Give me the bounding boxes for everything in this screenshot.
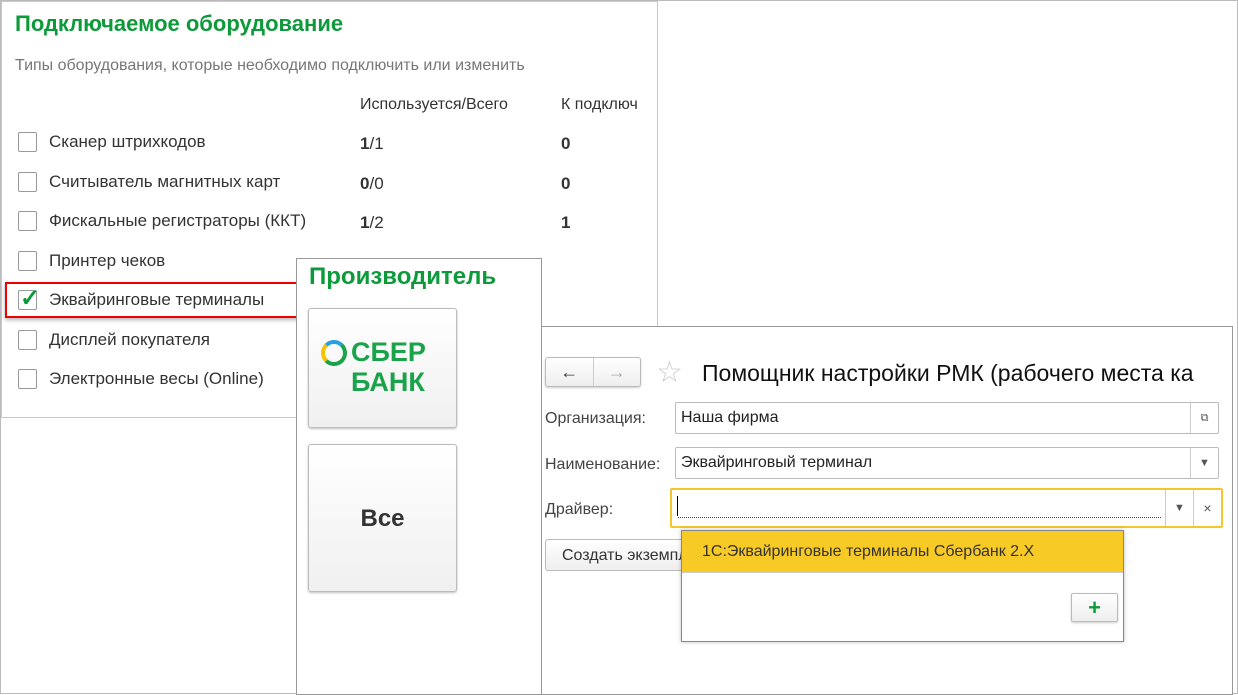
checkbox[interactable] bbox=[18, 329, 37, 350]
wizard-title: Помощник настройки РМК (рабочего места к… bbox=[702, 360, 1194, 386]
used-total-value: 0/0 bbox=[360, 173, 384, 193]
to-connect-value: 0 bbox=[561, 134, 571, 153]
checkbox[interactable] bbox=[18, 250, 37, 271]
nav-buttons: ← → bbox=[545, 357, 641, 387]
checkbox[interactable] bbox=[18, 132, 37, 152]
equipment-row[interactable]: Фискальные регистраторы (ККТ) bbox=[18, 209, 306, 233]
manufacturer-panel: Производитель СБЕР БАНК Все bbox=[296, 258, 542, 695]
name-label: Наименование: bbox=[545, 456, 661, 473]
all-label: Все bbox=[360, 505, 405, 532]
forward-arrow-icon[interactable]: → bbox=[592, 358, 641, 386]
highlight-callout bbox=[5, 282, 299, 318]
equipment-label: Сканер штрихкодов bbox=[49, 132, 206, 151]
used-total-value: 1/2 bbox=[360, 213, 384, 232]
used-total-value: 1/1 bbox=[360, 134, 384, 153]
add-icon[interactable]: + bbox=[1071, 593, 1118, 622]
org-label: Организация: bbox=[545, 410, 646, 427]
equipment-subtitle: Типы оборудования, которые необходимо по… bbox=[15, 57, 525, 74]
equipment-label: Фискальные регистраторы (ККТ) bbox=[49, 211, 307, 230]
column-used-total: Используется/Всего bbox=[360, 96, 508, 113]
org-field[interactable]: Наша фирма ⧉ bbox=[675, 402, 1219, 434]
dropdown-item[interactable]: 1С:Эквайринговые терминалы Сбербанк 2.X bbox=[682, 531, 1123, 573]
clear-icon[interactable]: × bbox=[1193, 490, 1221, 526]
to-connect-value: 0 bbox=[561, 173, 571, 193]
checkbox[interactable] bbox=[18, 211, 37, 231]
chevron-down-icon[interactable]: ▼ bbox=[1165, 490, 1193, 526]
equipment-label: Электронные весы (Online) bbox=[49, 369, 264, 388]
sberbank-logo: СБЕР БАНК bbox=[321, 337, 426, 397]
wizard-panel: ← → ☆ Помощник настройки РМК (рабочего м… bbox=[541, 326, 1233, 695]
sber-logo-icon bbox=[321, 340, 347, 366]
to-connect-value: 1 bbox=[561, 213, 571, 232]
all-tile[interactable]: Все bbox=[308, 444, 457, 592]
back-arrow-icon[interactable]: ← bbox=[546, 358, 593, 386]
column-to-connect: К подключ bbox=[561, 96, 638, 113]
equipment-row[interactable]: Сканер штрихкодов bbox=[18, 130, 206, 154]
checkbox[interactable] bbox=[18, 369, 37, 389]
driver-field[interactable]: ▼ × bbox=[670, 488, 1223, 528]
sberbank-tile[interactable]: СБЕР БАНК bbox=[308, 308, 457, 428]
equipment-label: Считыватель магнитных карт bbox=[49, 171, 281, 191]
open-icon[interactable]: ⧉ bbox=[1190, 403, 1218, 433]
manufacturer-title: Производитель bbox=[309, 263, 497, 290]
equipment-label: Дисплей покупателя bbox=[49, 329, 210, 349]
chevron-down-icon[interactable]: ▼ bbox=[1190, 448, 1218, 478]
star-icon[interactable]: ☆ bbox=[656, 355, 683, 390]
create-instance-button[interactable]: Создать экземпляр bbox=[545, 539, 685, 571]
equipment-row[interactable]: Считыватель магнитных карт bbox=[18, 170, 280, 194]
driver-label: Драйвер: bbox=[545, 501, 614, 518]
equipment-row[interactable]: Принтер чеков bbox=[18, 249, 165, 273]
driver-dropdown: 1С:Эквайринговые терминалы Сбербанк 2.X … bbox=[681, 530, 1124, 642]
equipment-row[interactable]: Электронные весы (Online) bbox=[18, 367, 264, 391]
checkbox[interactable] bbox=[18, 171, 37, 192]
equipment-title: Подключаемое оборудование bbox=[15, 11, 344, 36]
equipment-row[interactable]: Дисплей покупателя bbox=[18, 328, 210, 352]
name-field[interactable]: Эквайринговый терминал ▼ bbox=[675, 447, 1219, 479]
equipment-label: Принтер чеков bbox=[49, 250, 166, 270]
